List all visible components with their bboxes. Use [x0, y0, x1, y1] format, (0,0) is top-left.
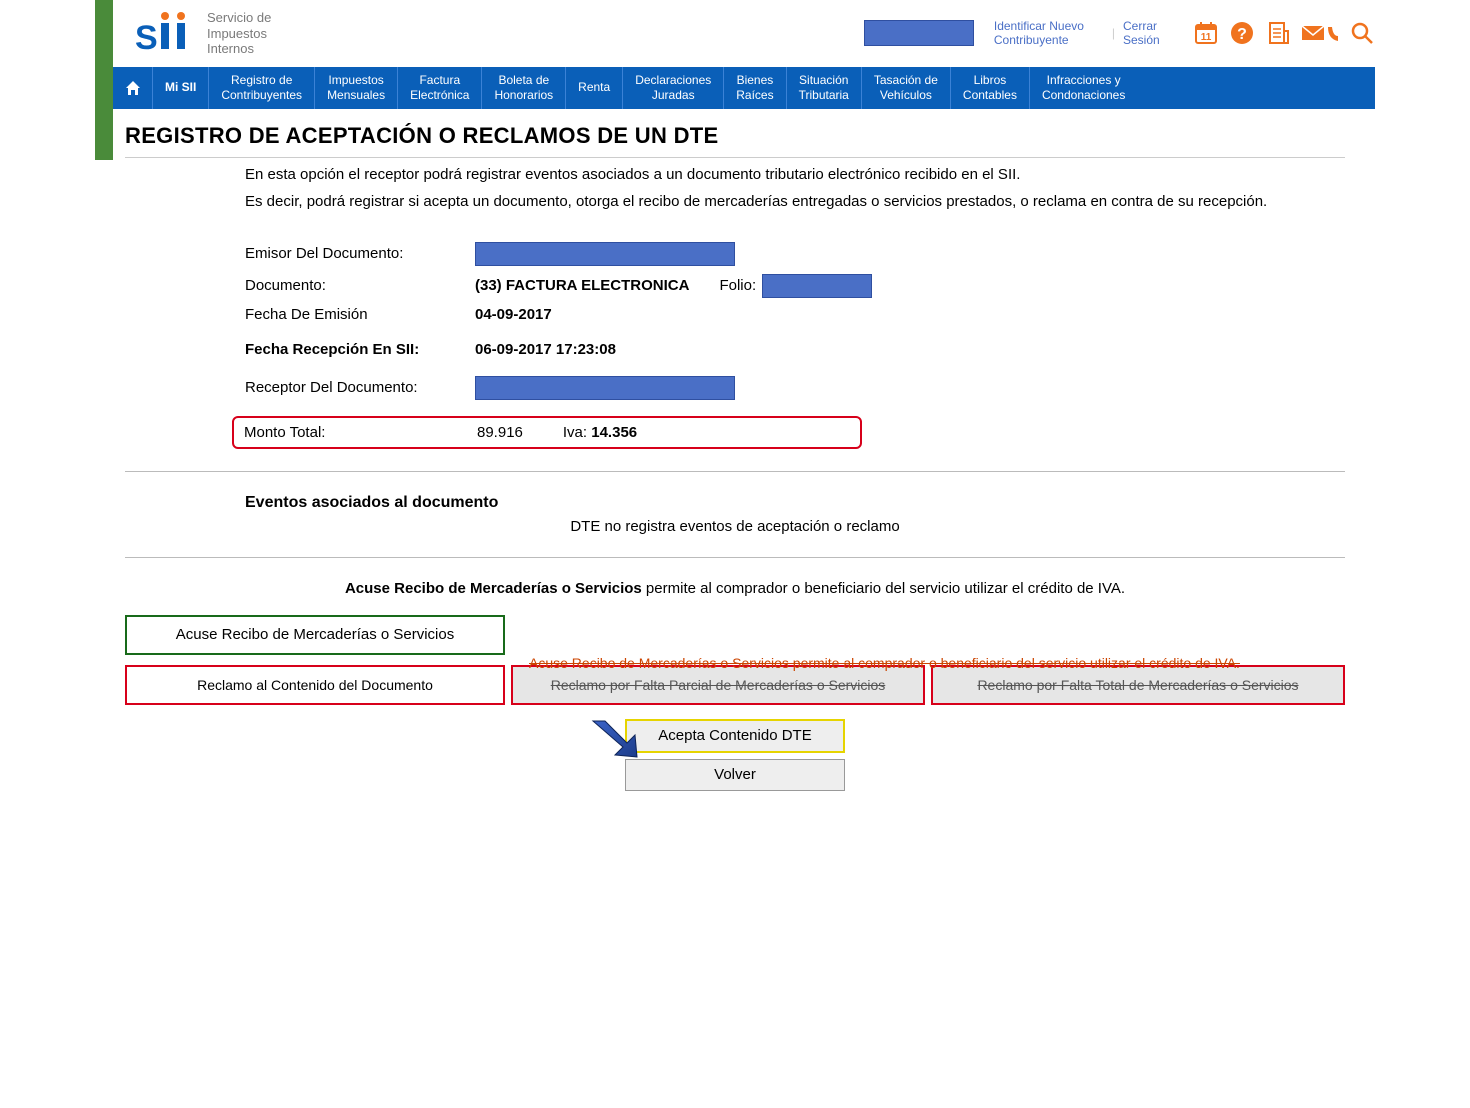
- nav-situacion-tributaria[interactable]: Situación Tributaria: [787, 67, 862, 109]
- btn-reclamo-contenido[interactable]: Reclamo al Contenido del Documento: [125, 665, 505, 705]
- left-accent-bar: [95, 0, 113, 160]
- svg-text:11: 11: [1201, 32, 1212, 43]
- receptor-value-redacted: [475, 376, 735, 400]
- iva-value: 14.356: [591, 424, 637, 441]
- fecha-emision-value: 04-09-2017: [475, 306, 552, 323]
- header-user-redacted: [864, 20, 974, 46]
- nav-impuestos-mensuales[interactable]: Impuestos Mensuales: [315, 67, 398, 109]
- btn-acuse-recibo[interactable]: Acuse Recibo de Mercaderías o Servicios: [125, 615, 505, 655]
- eventos-empty-msg: DTE no registra eventos de aceptación o …: [95, 518, 1375, 535]
- btn-acepta-contenido-dte[interactable]: Acepta Contenido DTE: [625, 719, 845, 753]
- divider: [125, 471, 1345, 472]
- btn-volver[interactable]: Volver: [625, 759, 845, 791]
- btn-reclamo-parcial[interactable]: Reclamo por Falta Parcial de Mercaderías…: [511, 665, 925, 705]
- separator: |: [1112, 26, 1115, 40]
- document-icon[interactable]: [1265, 20, 1291, 46]
- acuse-info: Acuse Recibo de Mercaderías o Servicios …: [95, 580, 1375, 597]
- nav-bienes-raices[interactable]: Bienes Raíces: [724, 67, 786, 109]
- acuse-info-bold: Acuse Recibo de Mercaderías o Servicios: [345, 580, 642, 597]
- acuse-info-rest: permite al comprador o beneficiario del …: [642, 580, 1125, 597]
- btn-reclamo-parcial-label: Reclamo por Falta Parcial de Mercaderías…: [551, 677, 886, 693]
- search-icon[interactable]: [1349, 20, 1375, 46]
- fecha-recepcion-value: 06-09-2017 17:23:08: [475, 341, 616, 358]
- sii-logo-icon: S: [135, 11, 197, 55]
- lbl-receptor: Receptor Del Documento:: [245, 379, 475, 396]
- overlay-strike-text: Acuse Recibo de Mercaderías o Servicios …: [529, 655, 1240, 671]
- lbl-fecha-emision: Fecha De Emisión: [245, 306, 475, 323]
- lbl-documento: Documento:: [245, 277, 475, 294]
- lbl-fecha-recepcion: Fecha Recepción En SII:: [245, 341, 475, 358]
- calendar-icon[interactable]: 11: [1193, 20, 1219, 46]
- intro-p2: Es decir, podrá registrar si acepta un d…: [245, 191, 1315, 212]
- documento-value: (33) FACTURA ELECTRONICA: [475, 277, 689, 294]
- emisor-value-redacted: [475, 242, 735, 266]
- help-icon[interactable]: ?: [1229, 20, 1255, 46]
- eventos-heading: Eventos asociados al documento: [245, 494, 1375, 512]
- logo[interactable]: S Servicio de Impuestos Internos: [135, 10, 271, 57]
- link-cerrar-sesion[interactable]: Cerrar Sesión: [1123, 19, 1173, 47]
- header: S Servicio de Impuestos Internos Identif…: [95, 0, 1375, 67]
- page-title: REGISTRO DE ACEPTACIÓN O RECLAMOS DE UN …: [125, 123, 1375, 149]
- nav-libros-contables[interactable]: Libros Contables: [951, 67, 1030, 109]
- nav-factura-electronica[interactable]: Factura Electrónica: [398, 67, 482, 109]
- btn-reclamo-total[interactable]: Reclamo por Falta Total de Mercaderías o…: [931, 665, 1345, 705]
- nav-mi-sii[interactable]: Mi SII: [153, 67, 209, 109]
- document-details: Emisor Del Documento: Documento: (33) FA…: [245, 242, 1315, 449]
- divider: [125, 157, 1345, 158]
- link-identificar-nuevo[interactable]: Identificar Nuevo Contribuyente: [994, 19, 1104, 47]
- svg-text:S: S: [135, 19, 158, 55]
- divider: [125, 557, 1345, 558]
- logo-subtitle: Servicio de Impuestos Internos: [207, 10, 271, 57]
- arrow-icon: [585, 717, 645, 761]
- nav-tasacion-vehiculos[interactable]: Tasación de Vehículos: [862, 67, 951, 109]
- lbl-folio: Folio:: [719, 277, 756, 294]
- intro-text: En esta opción el receptor podrá registr…: [245, 164, 1315, 212]
- monto-total-value: 89.916: [477, 424, 523, 441]
- lbl-iva: Iva:: [563, 424, 587, 441]
- lbl-emisor: Emisor Del Documento:: [245, 245, 475, 262]
- folio-value-redacted: [762, 274, 872, 298]
- intro-p1: En esta opción el receptor podrá registr…: [245, 164, 1315, 185]
- btn-reclamo-total-label: Reclamo por Falta Total de Mercaderías o…: [977, 677, 1298, 693]
- mail-phone-icon[interactable]: [1301, 20, 1339, 46]
- nav-home[interactable]: [113, 67, 153, 109]
- main-nav: Mi SII Registro de Contribuyentes Impues…: [113, 67, 1375, 109]
- lbl-monto-total: Monto Total:: [244, 424, 477, 441]
- nav-infracciones-condonaciones[interactable]: Infracciones y Condonaciones: [1030, 67, 1137, 109]
- nav-declaraciones-juradas[interactable]: Declaraciones Juradas: [623, 67, 724, 109]
- svg-text:?: ?: [1237, 26, 1247, 43]
- nav-registro-contribuyentes[interactable]: Registro de Contribuyentes: [209, 67, 315, 109]
- monto-total-box: Monto Total: 89.916 Iva: 14.356: [232, 416, 862, 449]
- nav-renta[interactable]: Renta: [566, 67, 623, 109]
- nav-boleta-honorarios[interactable]: Boleta de Honorarios: [482, 67, 566, 109]
